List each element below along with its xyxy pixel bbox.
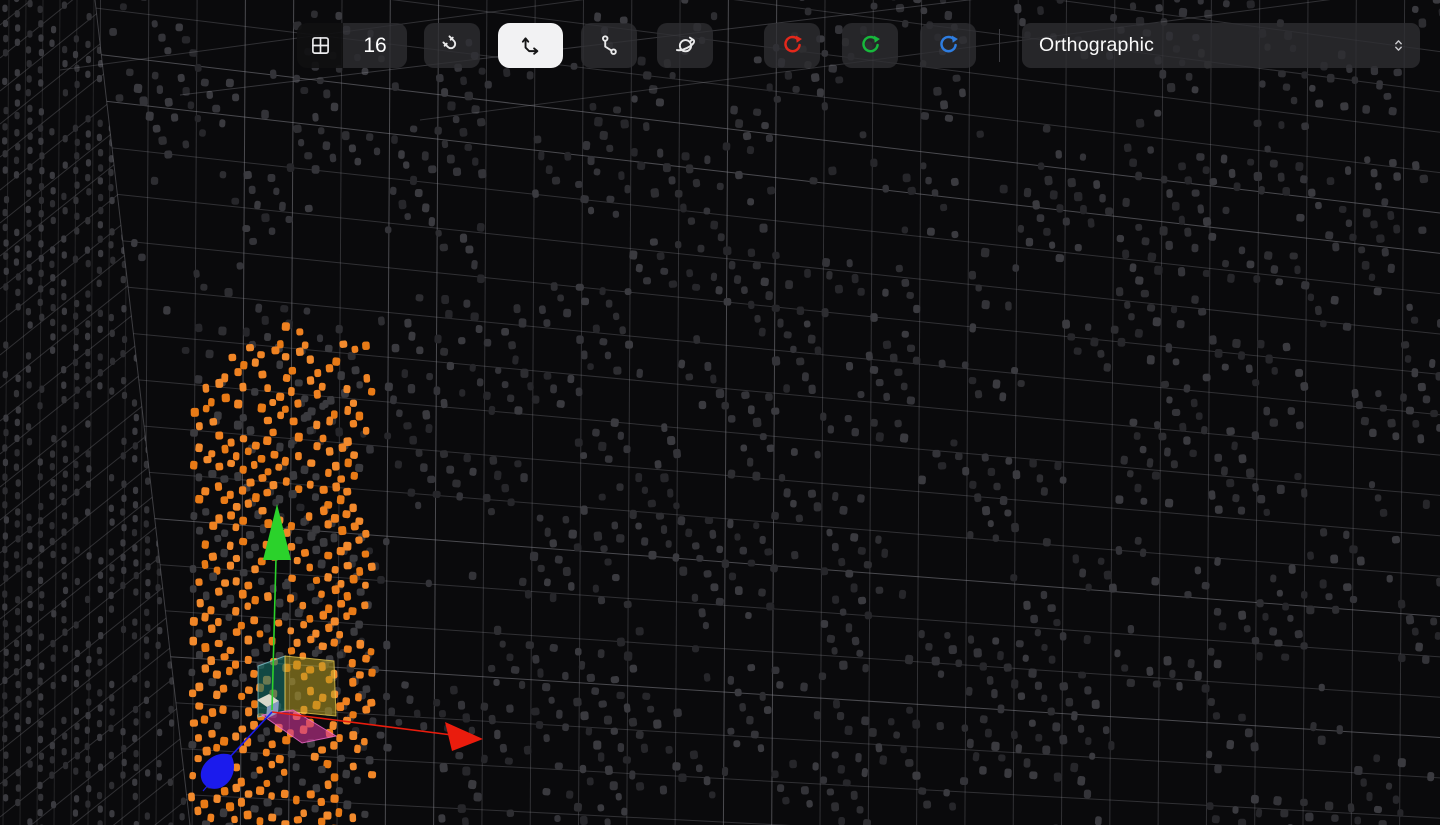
rotate-x-button[interactable]	[764, 23, 820, 68]
polyline-nodes-icon	[596, 32, 623, 59]
translate-axes-icon	[517, 32, 544, 59]
orbit-tool-button[interactable]	[657, 23, 713, 68]
rotate-y-button[interactable]	[842, 23, 898, 68]
magnet-icon	[439, 32, 466, 59]
rotate-y-icon	[857, 32, 884, 59]
orbit-rotate-icon	[672, 32, 699, 59]
select-chevron-icon	[1389, 36, 1408, 55]
rotate-z-icon	[935, 32, 962, 59]
grid-toggle-button[interactable]	[297, 23, 343, 68]
projection-select[interactable]: Orthographic	[1022, 23, 1420, 68]
snap-button[interactable]	[424, 23, 480, 68]
toolbar-divider	[999, 29, 1000, 62]
selection-face-right[interactable]	[285, 656, 336, 716]
rotate-x-icon	[779, 32, 806, 59]
grid-size-control: 16	[297, 23, 407, 68]
projection-value: Orthographic	[1022, 34, 1154, 57]
vertex-tool-button[interactable]	[581, 23, 637, 68]
translate-tool-button[interactable]	[498, 23, 563, 68]
grid-size-value[interactable]: 16	[343, 23, 407, 68]
rotate-z-button[interactable]	[920, 23, 976, 68]
grid-icon	[308, 33, 333, 58]
viewport-3d[interactable]	[0, 0, 1440, 825]
